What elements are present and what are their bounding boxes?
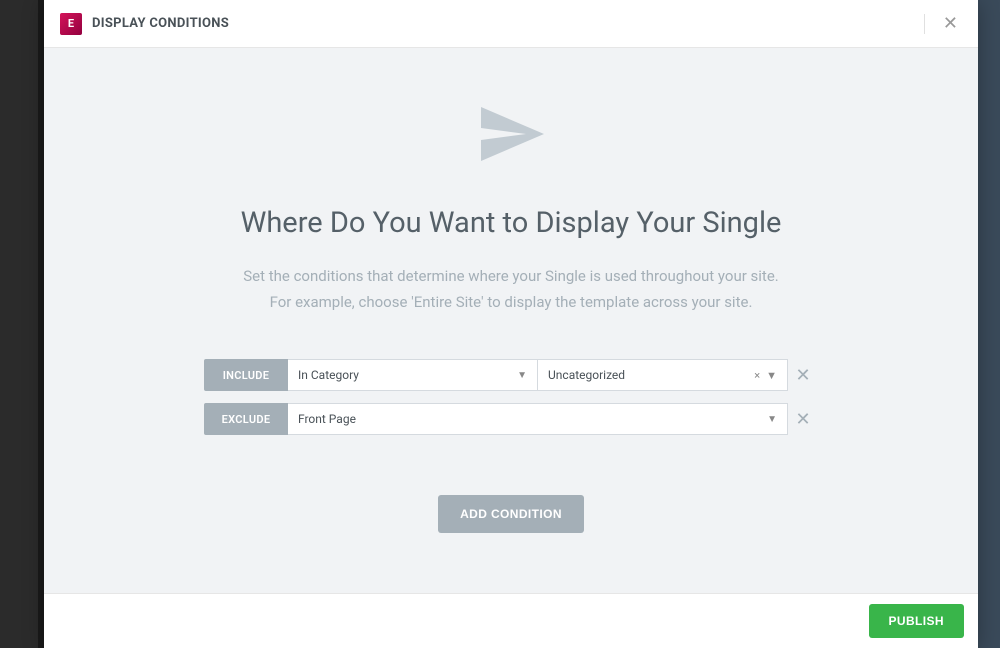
elementor-logo-icon: E — [60, 13, 82, 35]
paper-plane-icon — [475, 98, 547, 174]
background-sidebar — [0, 0, 38, 648]
modal-title: DISPLAY CONDITIONS — [92, 16, 229, 31]
select-actions: × ▼ — [754, 369, 777, 382]
close-area: ✕ — [924, 11, 962, 37]
condition-row-exclude: EXCLUDE Front Page ▼ ✕ — [204, 403, 818, 435]
background-right-panel — [978, 0, 1000, 648]
chevron-down-icon: ▼ — [767, 414, 777, 425]
condition-type-label[interactable]: EXCLUDE — [204, 403, 288, 435]
publish-button[interactable]: PUBLISH — [869, 604, 964, 638]
subtext-line-1: Set the conditions that determine where … — [243, 267, 779, 285]
main-heading: Where Do You Want to Display Your Single — [241, 206, 782, 240]
delete-row-icon[interactable]: ✕ — [788, 403, 818, 435]
sub-text: Set the conditions that determine where … — [243, 264, 779, 315]
condition-secondary-select[interactable]: Uncategorized × ▼ — [538, 359, 788, 391]
condition-row-include: INCLUDE In Category ▼ Uncategorized × ▼ … — [204, 359, 818, 391]
delete-row-icon[interactable]: ✕ — [788, 359, 818, 391]
chevron-down-icon: ▼ — [517, 370, 527, 381]
modal-header: E DISPLAY CONDITIONS ✕ — [44, 0, 978, 48]
clear-selection-icon[interactable]: × — [754, 369, 760, 382]
close-icon[interactable]: ✕ — [939, 11, 962, 37]
modal-footer: PUBLISH — [44, 593, 978, 648]
conditions-list: INCLUDE In Category ▼ Uncategorized × ▼ … — [204, 359, 818, 435]
header-divider — [924, 14, 925, 34]
select-value: Front Page — [298, 412, 356, 426]
chevron-down-icon: ▼ — [766, 369, 777, 382]
select-value: In Category — [298, 368, 359, 382]
add-condition-button[interactable]: ADD CONDITION — [438, 495, 584, 533]
select-value: Uncategorized — [548, 368, 625, 382]
condition-primary-select[interactable]: Front Page ▼ — [288, 403, 788, 435]
modal-body: Where Do You Want to Display Your Single… — [44, 48, 978, 593]
condition-primary-select[interactable]: In Category ▼ — [288, 359, 538, 391]
subtext-line-2: For example, choose 'Entire Site' to dis… — [270, 293, 753, 311]
display-conditions-modal: E DISPLAY CONDITIONS ✕ Where Do You Want… — [44, 0, 978, 648]
condition-type-label[interactable]: INCLUDE — [204, 359, 288, 391]
